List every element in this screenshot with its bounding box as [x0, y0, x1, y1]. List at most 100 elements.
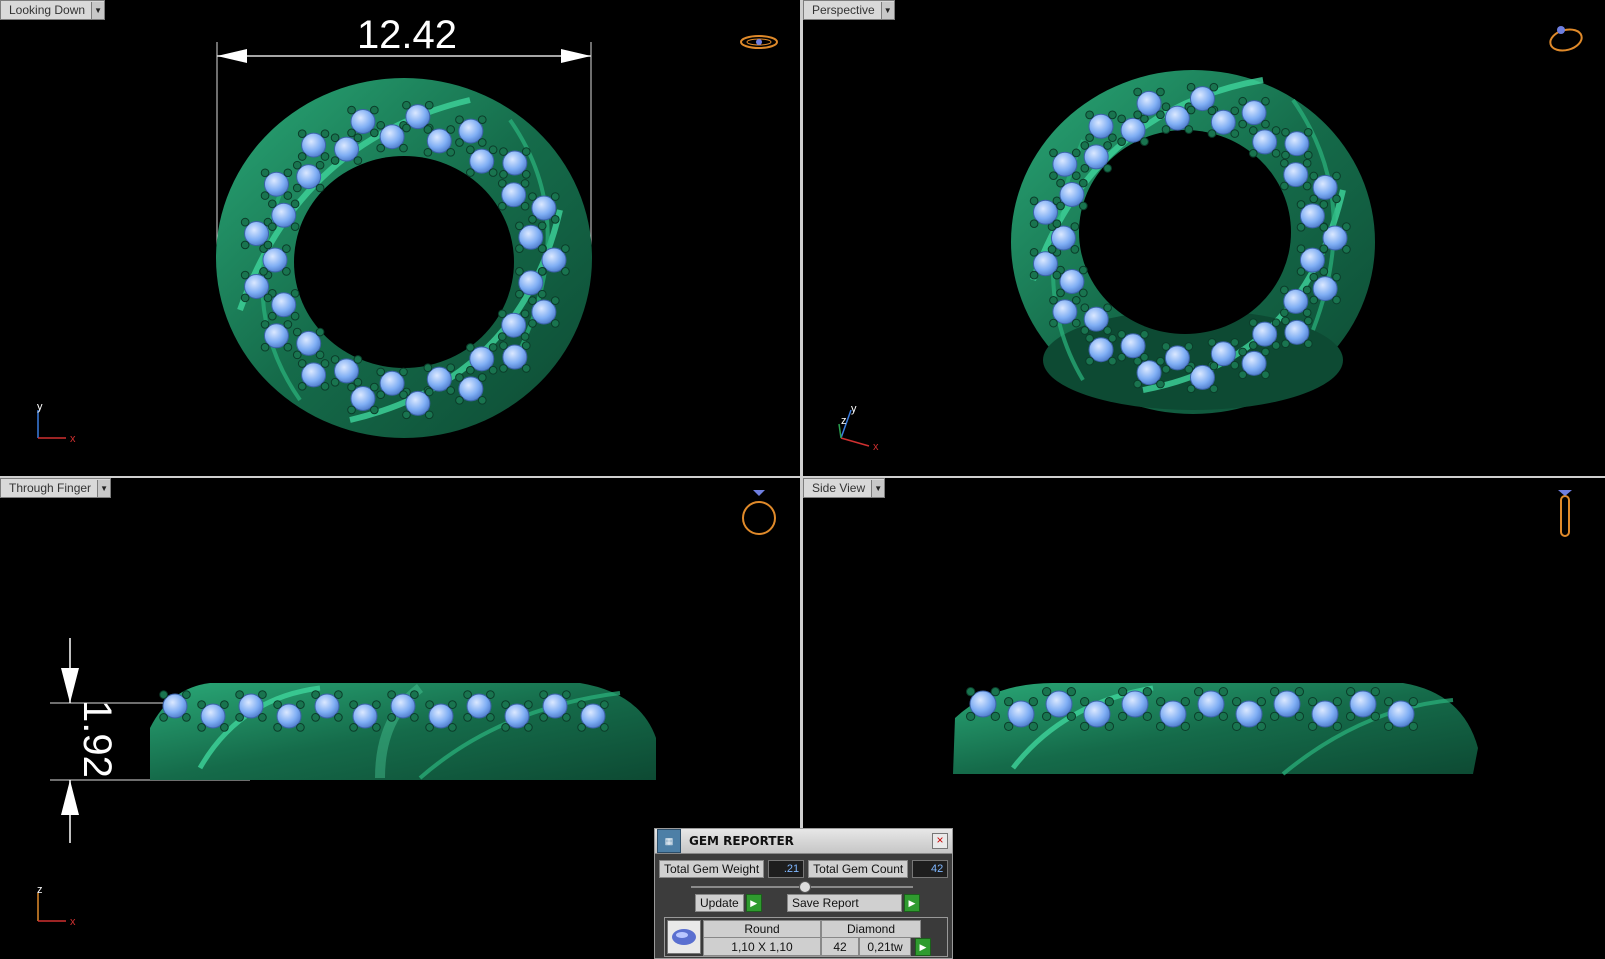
prong	[499, 170, 508, 179]
prong	[1248, 318, 1258, 328]
prong	[159, 690, 168, 699]
prong	[1161, 342, 1171, 351]
prong	[515, 267, 524, 276]
prong	[1078, 265, 1088, 275]
prong	[182, 713, 191, 722]
gem-shape-header: Round	[703, 920, 821, 938]
chevron-down-icon[interactable]: ▼	[871, 479, 885, 497]
prong	[315, 160, 325, 170]
viewport-label-perspective[interactable]: Perspective ▼	[803, 0, 895, 20]
prong	[1256, 721, 1267, 732]
prong	[1271, 148, 1281, 158]
prong	[577, 723, 586, 732]
prong	[399, 143, 408, 153]
prong	[1117, 711, 1128, 722]
prong	[273, 723, 282, 732]
axis-gizmo: y x	[37, 401, 76, 445]
save-report-button[interactable]: Save Report ▶	[787, 894, 920, 912]
play-arrow-icon[interactable]: ▶	[904, 894, 920, 912]
prong	[528, 319, 537, 328]
prong	[561, 244, 570, 253]
prong	[402, 410, 411, 420]
prong	[1209, 384, 1219, 394]
prong	[1133, 87, 1142, 97]
prong	[1029, 219, 1039, 229]
prong	[1307, 696, 1318, 707]
prong	[1342, 245, 1351, 254]
prong	[455, 395, 464, 405]
prong	[1184, 364, 1194, 374]
prong	[1056, 288, 1065, 298]
prong	[1269, 686, 1280, 697]
prong	[1003, 696, 1014, 707]
gem-reporter-panel[interactable]: ▦ GEM REPORTER × Total Gem Weight .21 To…	[654, 828, 953, 959]
prong	[1309, 171, 1319, 181]
play-arrow-icon[interactable]: ▶	[915, 938, 931, 956]
prong	[311, 690, 320, 699]
chevron-down-icon[interactable]: ▼	[91, 1, 105, 19]
total-weight-value: .21	[768, 860, 805, 878]
prong	[1156, 356, 1165, 366]
prong	[259, 267, 268, 276]
prong	[1280, 285, 1289, 295]
close-icon[interactable]: ×	[932, 833, 948, 849]
prong	[1078, 288, 1088, 298]
prong	[499, 147, 508, 156]
gem-material-header: Diamond	[821, 920, 921, 938]
prong	[499, 341, 508, 350]
prong	[497, 309, 507, 319]
prong	[424, 100, 434, 110]
prong	[1294, 711, 1305, 722]
prong	[539, 713, 548, 722]
viewport-label-looking-down[interactable]: Looking Down ▼	[0, 0, 106, 20]
ring-orientation-icon[interactable]	[1555, 488, 1575, 540]
viewport-perspective[interactable]: Perspective ▼ y z x	[803, 0, 1605, 476]
update-button[interactable]: Update ▶	[695, 894, 762, 912]
prong	[1332, 696, 1343, 707]
ring-orientation-icon[interactable]	[738, 488, 780, 540]
prong	[1104, 696, 1115, 707]
prong	[446, 147, 456, 157]
prong	[297, 152, 307, 161]
prong	[1269, 711, 1280, 722]
gem-reporter-titlebar[interactable]: ▦ GEM REPORTER ×	[655, 829, 952, 854]
prong	[258, 690, 267, 699]
chevron-down-icon[interactable]: ▼	[97, 479, 111, 497]
prong	[520, 179, 530, 188]
prong	[1184, 342, 1194, 351]
prong	[273, 700, 282, 709]
ring-orientation-icon[interactable]	[738, 30, 780, 54]
prong	[370, 128, 379, 138]
panel-splitter-handle[interactable]	[799, 881, 811, 893]
prong	[965, 686, 976, 697]
play-arrow-icon[interactable]: ▶	[745, 894, 762, 912]
prong	[1056, 178, 1065, 188]
viewport-label-through-finger[interactable]: Through Finger ▼	[0, 478, 112, 498]
chevron-down-icon[interactable]: ▼	[880, 1, 894, 19]
prong	[320, 152, 330, 161]
gem-reporter-title: GEM REPORTER	[689, 834, 794, 848]
prong	[1307, 721, 1318, 732]
prong	[197, 723, 206, 732]
prong	[1383, 696, 1394, 707]
ring-orientation-icon[interactable]	[1545, 22, 1587, 54]
viewport-looking-down[interactable]: 12.42 Looking Down ▼ y x	[0, 0, 800, 476]
prong	[1103, 326, 1112, 335]
gem-weight-cell: 0,21tw	[859, 937, 911, 956]
prong	[235, 690, 244, 699]
total-weight-label: Total Gem Weight	[659, 860, 765, 878]
prong	[1184, 125, 1194, 134]
prong	[353, 355, 363, 364]
prong	[263, 240, 273, 250]
gem-size-cell: 1,10 X 1,10	[703, 937, 821, 956]
prong	[282, 244, 291, 253]
prong	[370, 105, 379, 115]
gem-table[interactable]: Round Diamond 1,10 X 1,10 42 0,21tw ▶	[664, 917, 948, 957]
prong	[258, 713, 267, 722]
prong	[399, 367, 408, 377]
prong	[1140, 352, 1149, 362]
prong	[376, 367, 386, 377]
viewport-label-side-view[interactable]: Side View ▼	[803, 478, 886, 498]
prong	[1070, 222, 1080, 231]
prong	[477, 373, 487, 382]
